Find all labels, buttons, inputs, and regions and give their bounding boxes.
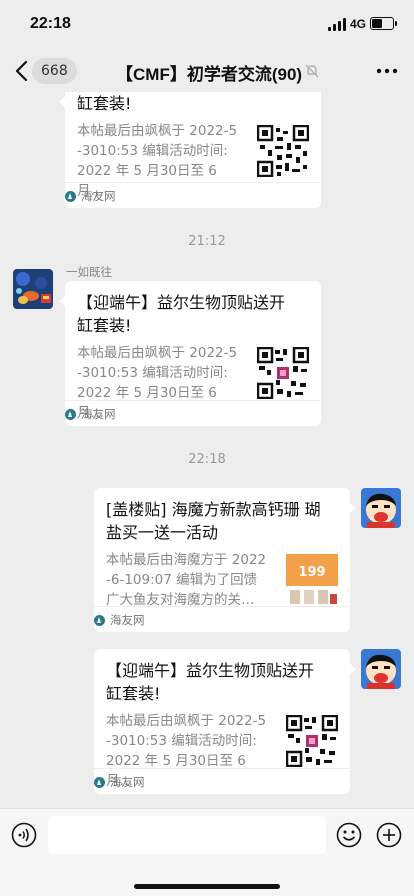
battery-icon — [370, 17, 397, 30]
status-bar: 22:18 4G — [0, 0, 414, 50]
mute-icon — [305, 64, 319, 78]
source-logo-icon — [65, 409, 76, 420]
my-avatar[interactable] — [361, 488, 401, 528]
nav-bar: 668 【CMF】初学者交流(90) — [0, 50, 414, 92]
avatar[interactable] — [13, 269, 53, 309]
svg-text:199: 199 — [298, 565, 325, 580]
qr-code-thumbnail — [257, 347, 309, 399]
card-description: 本帖最后由海魔方于 2022 -6-109:07 编辑为了回馈 广大鱼友对海魔方的关… — [106, 552, 267, 608]
card-title: 【迎端午】益尔生物顶贴送开 缸套装! — [106, 661, 315, 703]
voice-icon[interactable] — [11, 822, 37, 848]
link-card[interactable]: 【迎端午】益尔生物顶贴送开 缸套装! 本帖最后由飒枫于 2022-5 -3010:5… — [59, 281, 321, 426]
cartoon-boy-avatar-icon — [361, 488, 401, 528]
link-card[interactable]: 【迎端午】益尔生物顶贴送开 缸套装! 本帖最后由飒枫于 2022-5 -3010:5… — [94, 649, 356, 794]
chat-area[interactable]: 缸套装! 本帖最后由飒枫于 2022-5 -3010:53 编辑活动时间: 2022… — [0, 92, 414, 808]
card-title: 【迎端午】益尔生物顶贴送开 缸套装! — [77, 293, 286, 335]
home-indicator — [134, 884, 280, 889]
sender-name: 一如既往 — [66, 265, 112, 279]
source-logo-icon — [94, 615, 105, 626]
time-separator: 21:12 — [188, 234, 226, 249]
more-icon[interactable] — [376, 62, 398, 80]
card-title: 缸套装! — [77, 94, 132, 113]
emoji-icon[interactable] — [336, 822, 362, 848]
time-separator: 22:18 — [188, 452, 226, 467]
chat-title: 【CMF】初学者交流(90) — [116, 65, 303, 84]
network-type: 4G — [350, 17, 367, 31]
status-time: 22:18 — [30, 15, 71, 32]
link-card[interactable]: 缸套装! 本帖最后由飒枫于 2022-5 -3010:53 编辑活动时间: 2022… — [59, 92, 321, 208]
source-logo-icon — [94, 777, 105, 788]
aquarium-avatar-icon — [13, 269, 53, 309]
cartoon-boy-avatar-icon — [361, 649, 401, 689]
message-input[interactable] — [48, 816, 326, 854]
plus-icon[interactable] — [376, 822, 402, 848]
qr-code-thumbnail — [257, 125, 309, 177]
unread-count-badge[interactable]: 668 — [32, 58, 77, 84]
my-avatar[interactable] — [361, 649, 401, 689]
source-logo-icon — [65, 191, 76, 202]
input-bar — [0, 808, 414, 896]
card-source-label: 海友网 — [81, 407, 116, 421]
card-source-label: 海友网 — [110, 775, 145, 789]
signal-icon — [328, 18, 346, 31]
promo-thumbnail: 199 — [286, 554, 338, 606]
card-source-label: 海友网 — [81, 189, 116, 203]
link-card[interactable]: [盖楼贴] 海魔方新款高钙珊 瑚盐买一送一活动 本帖最后由海魔方于 2022 -6… — [94, 488, 356, 632]
back-chevron-icon[interactable] — [14, 60, 30, 82]
card-title: [盖楼贴] 海魔方新款高钙珊 瑚盐买一送一活动 — [106, 500, 321, 542]
qr-code-thumbnail — [286, 715, 338, 767]
card-source-label: 海友网 — [110, 613, 145, 627]
